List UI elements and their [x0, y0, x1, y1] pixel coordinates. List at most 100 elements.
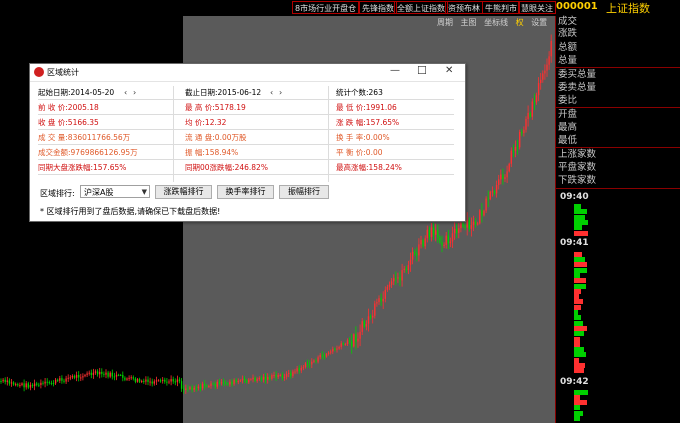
- amplitude-value: 158.94%: [204, 148, 239, 157]
- change-pct-value: 157.65%: [365, 118, 400, 127]
- candle-body: [128, 377, 130, 379]
- candle-body: [101, 371, 103, 374]
- candle-body: [183, 388, 185, 390]
- candle-body: [290, 373, 292, 376]
- rank-market-select[interactable]: 沪深A股 ▼: [80, 185, 150, 198]
- candle-body: [176, 379, 179, 383]
- bid-total-label: 委买总量: [558, 69, 597, 80]
- candle-body: [302, 367, 305, 369]
- candle-body: [10, 382, 13, 384]
- end-next-icon[interactable]: ›: [279, 87, 282, 99]
- start-next-icon[interactable]: ›: [133, 87, 136, 99]
- candle-body: [285, 374, 288, 377]
- candle-body: [248, 379, 250, 383]
- tick-bar: [574, 288, 582, 294]
- candle-body: [92, 372, 95, 375]
- rights-button[interactable]: 权: [516, 18, 524, 27]
- candle-body: [495, 184, 498, 194]
- bollinger-button[interactable]: 资预布林: [445, 1, 483, 14]
- candle-body: [344, 344, 347, 346]
- candle-body: [388, 284, 391, 287]
- candle-body: [535, 95, 538, 103]
- candle-body: [428, 229, 431, 237]
- divider: [38, 129, 454, 130]
- candle-body: [124, 377, 126, 380]
- candle-body: [401, 270, 403, 281]
- divider: [38, 99, 454, 100]
- candle-body: [143, 380, 145, 382]
- candle-body: [103, 373, 105, 375]
- change-rank-button[interactable]: 涨跌幅排行: [155, 185, 212, 199]
- candle-body: [78, 374, 80, 378]
- range-stats-dialog[interactable]: 区域统计 — ☐ ✕ 起始日期:2014-05-20 ‹ › 截止日期:2015…: [29, 63, 466, 222]
- candle-body: [46, 381, 48, 383]
- period-button[interactable]: 周期: [437, 18, 453, 27]
- tick-bar: [574, 320, 583, 326]
- close-label: 收 盘 价:: [38, 118, 68, 127]
- candle-body: [31, 384, 34, 387]
- candle-body: [153, 381, 155, 384]
- candle-body: [338, 346, 340, 349]
- candle-body: [239, 380, 242, 382]
- candle-body: [57, 379, 59, 381]
- candle-body: [262, 376, 265, 380]
- candle-body: [115, 374, 118, 377]
- maximize-icon[interactable]: ☐: [417, 64, 427, 77]
- start-prev-icon[interactable]: ‹: [124, 87, 127, 99]
- candle-body: [489, 191, 491, 200]
- axis-line-button[interactable]: 坐标线: [484, 18, 508, 27]
- candle-body: [38, 384, 40, 386]
- tick-bar: [574, 204, 582, 209]
- settings-button[interactable]: 设置: [531, 18, 547, 27]
- candle-body: [502, 174, 504, 179]
- candle-body: [231, 381, 233, 385]
- candle-body: [166, 381, 168, 383]
- candle-body: [283, 376, 286, 378]
- end-prev-icon[interactable]: ‹: [270, 87, 273, 99]
- candle-body: [533, 101, 536, 103]
- balance-price-label: 平 衡 价:: [336, 148, 366, 157]
- candle-body: [315, 360, 317, 362]
- candle-body: [256, 379, 258, 381]
- count-value: 263: [368, 88, 383, 97]
- avg-price-label: 均 价:: [185, 118, 205, 127]
- close-value: 5166.35: [67, 118, 99, 127]
- market-industry-button[interactable]: 8市场行业开盘仓: [292, 1, 360, 14]
- pioneer-index-button[interactable]: 先锋指数: [359, 1, 397, 14]
- candle-body: [447, 235, 449, 244]
- candle-body: [227, 383, 229, 385]
- sh-index-button[interactable]: 全额上证指数: [394, 1, 448, 14]
- candle-body: [355, 334, 357, 342]
- candle-body: [122, 374, 124, 378]
- tick-bar: [574, 251, 582, 257]
- dialog-titlebar[interactable]: 区域统计 — ☐ ✕: [30, 64, 465, 82]
- candle-body: [84, 374, 86, 377]
- main-chart-button[interactable]: 主图: [461, 18, 477, 27]
- turnover-rank-button[interactable]: 换手率排行: [217, 185, 274, 199]
- candle-body: [300, 367, 302, 371]
- candle-body: [237, 380, 239, 382]
- minimize-icon[interactable]: —: [390, 65, 400, 76]
- bull-bear-button[interactable]: 牛熊判市: [482, 1, 520, 14]
- amplitude-rank-button[interactable]: 振幅排行: [279, 185, 329, 199]
- candle-body: [525, 119, 527, 130]
- tick-bar: [574, 283, 586, 289]
- candle-body: [25, 383, 27, 388]
- divider: [38, 174, 454, 175]
- candle-body: [323, 355, 326, 357]
- candle-body: [449, 241, 452, 244]
- candle-body: [23, 383, 25, 388]
- candle-body: [201, 383, 204, 389]
- candle-body: [157, 380, 160, 382]
- candle-body: [96, 371, 99, 375]
- watch-button[interactable]: 慧眼关注: [518, 1, 556, 14]
- bid-ratio-label: 委比: [558, 95, 578, 106]
- candle-body: [214, 383, 216, 387]
- candle-body: [269, 377, 271, 379]
- candle-body: [222, 382, 225, 384]
- amount-label: 成交金额:: [38, 148, 71, 157]
- divider: [173, 86, 174, 182]
- candle-body: [271, 374, 273, 379]
- start-date-value: 2014-05-20: [70, 88, 115, 97]
- close-icon[interactable]: ✕: [445, 65, 453, 76]
